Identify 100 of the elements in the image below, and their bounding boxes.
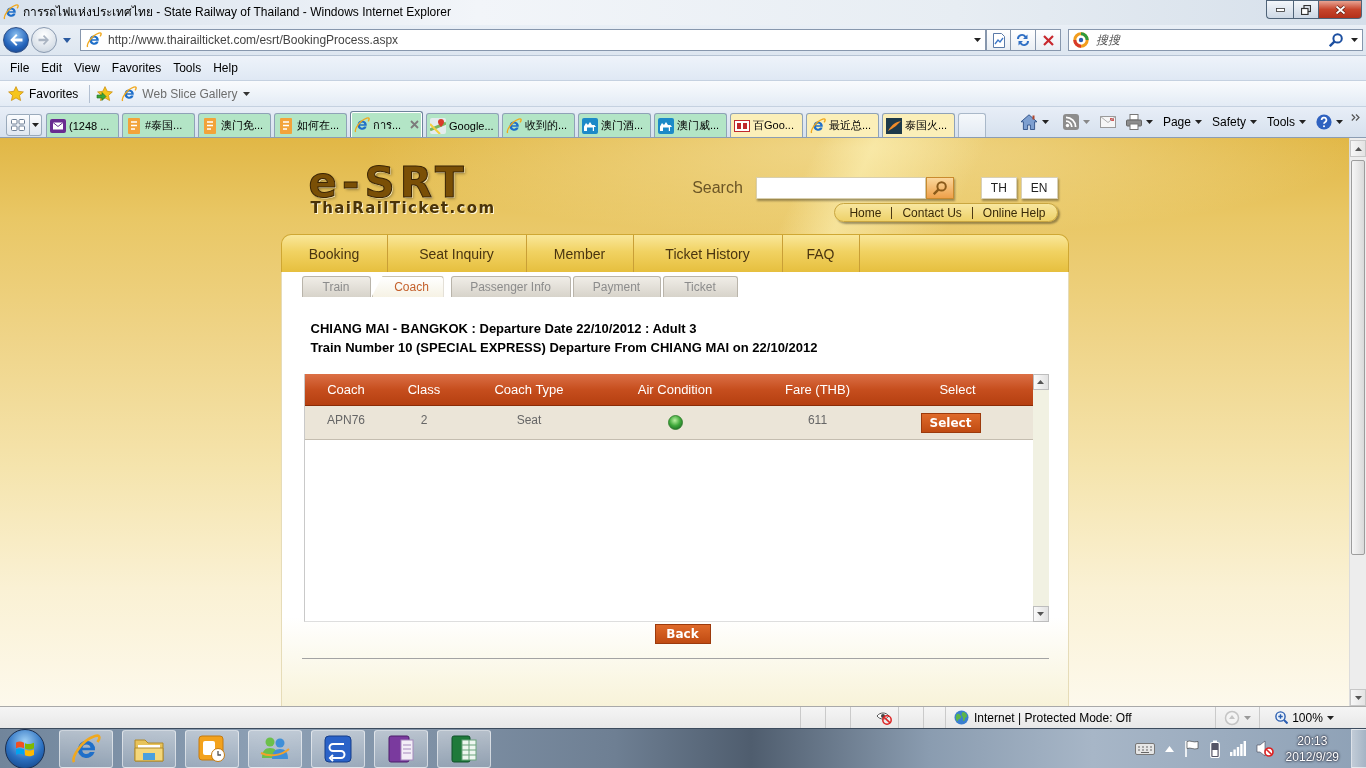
close-button[interactable] [1319,0,1362,19]
select-button[interactable]: Select [920,412,981,433]
map-icon [430,117,446,134]
caret-icon [32,123,39,127]
caret-icon [1145,120,1153,124]
step-tab[interactable]: Coach [371,276,444,297]
taskbar-button[interactable] [311,729,365,768]
browser-tab[interactable]: (1248 ... [46,113,119,137]
browser-tab[interactable]: การ... [350,111,423,137]
table-cell-text: 611 [806,411,829,429]
arrow-right-icon [38,35,50,45]
search-icon[interactable] [932,181,947,195]
caret-icon [1244,715,1251,720]
menu-item[interactable]: View [68,59,106,77]
caret-icon [242,91,250,96]
scroll-up-button[interactable] [1350,140,1366,157]
envelope-icon [1099,116,1116,128]
e-logo-icon [3,3,19,20]
more-commands-button[interactable] [1349,111,1362,123]
site-search-field[interactable] [755,177,926,199]
logo-subtitle: ThaiRailTicket.com [310,201,496,215]
battery-icon[interactable] [1209,739,1220,758]
chevron-icon [1351,113,1360,121]
browser-tab[interactable]: 如何在... [274,113,347,137]
star-arrow-icon[interactable] [96,85,115,102]
browser-tab[interactable]: 百Goo... [730,113,803,137]
language-button[interactable]: EN [1020,177,1058,199]
browser-tab[interactable]: 澳门酒... [578,113,651,137]
caret-icon [1250,120,1257,124]
taskbar-button[interactable] [59,729,113,768]
people-icon [259,735,291,762]
menu-item[interactable]: Favorites [105,59,168,77]
tab-list-button[interactable] [30,114,42,136]
search-icon[interactable] [1329,33,1343,47]
quick-tabs-button[interactable] [6,114,30,136]
close-icon[interactable] [410,120,419,129]
minimize-icon [1275,7,1285,12]
e-logo-icon [354,116,370,133]
browser-tab[interactable]: 收到的... [502,113,575,137]
restore-button[interactable] [1293,0,1319,19]
address-field[interactable]: http://www.thairailticket.com/esrt/BookingProcess.aspx [80,29,986,51]
globe-icon [954,710,969,725]
browser-tab[interactable]: 最近总... [806,113,879,137]
help-icon [1316,114,1332,130]
language-button[interactable]: TH [980,177,1017,199]
notebook-icon [387,734,415,763]
back-button[interactable]: Back [654,624,711,644]
column-header: Coach [326,381,366,399]
caret-icon [1194,120,1202,124]
camel-icon [658,117,674,134]
browser-tab[interactable]: 澳门免... [198,113,271,137]
menu-item[interactable]: File [4,59,36,77]
printer-icon [1125,114,1142,130]
scroll-down-button[interactable] [1350,689,1366,706]
browser-tab[interactable]: Google... [426,113,499,137]
minimize-button[interactable] [1266,0,1293,19]
browser-back-button[interactable] [3,27,29,53]
zoom-button[interactable]: 100% [1272,710,1337,725]
ring-logo-icon [1073,32,1089,48]
caret-icon [1041,120,1049,124]
menu-item[interactable]: Edit [35,59,69,77]
spreadsheet-icon [450,734,478,763]
search-label: Search [692,179,743,197]
header-link[interactable]: Online Help [982,205,1046,220]
flag-icon[interactable] [1183,740,1200,757]
start-button[interactable] [5,728,45,768]
keyboard-icon[interactable] [1134,742,1155,755]
speaker-muted-icon[interactable] [1255,740,1274,757]
caret-icon [62,37,71,43]
eye-blocked-icon[interactable] [876,710,893,725]
stop-button[interactable] [1036,29,1061,51]
header-link[interactable]: Contact Us [902,205,962,220]
web-slice-gallery-button[interactable]: Web Slice Gallery [118,83,253,104]
compatibility-view-button[interactable] [986,29,1011,51]
triangle-up-icon [1037,380,1044,384]
triangle-down-icon [1037,612,1044,616]
command-menu-button[interactable]: Tools [1263,112,1310,132]
browser-tab[interactable]: 泰国火... [882,113,955,137]
refresh-button[interactable] [1011,29,1036,51]
scrollbar-thumb[interactable] [1351,160,1365,555]
command-menu-button[interactable]: Safety [1207,112,1261,132]
caret-icon [1326,715,1334,720]
site-search-button[interactable] [925,177,954,199]
favorites-button[interactable]: Favorites [5,83,82,104]
browser-tab[interactable]: 澳门威... [654,113,727,137]
browser-tab[interactable]: #泰国... [122,113,195,137]
e-logo-icon [810,117,826,134]
header-link[interactable]: Home [849,205,882,220]
taskbar-button[interactable] [374,729,428,768]
trip-summary: CHIANG MAI - BANGKOK : Departure Date 22/10/2012 : Adult 3 [310,320,697,338]
menu-item[interactable]: Tools [167,59,208,77]
close-icon [1334,4,1346,15]
command-menu-button[interactable]: Page [1158,112,1206,132]
taskbar-button[interactable] [437,729,491,768]
caret-icon [1336,120,1343,124]
e-logo-icon [71,733,101,764]
stop-icon [1042,34,1054,46]
tile-icon [734,117,750,134]
menu-item[interactable]: Help [207,59,244,77]
search-field[interactable]: 搜搜 [1068,29,1363,51]
